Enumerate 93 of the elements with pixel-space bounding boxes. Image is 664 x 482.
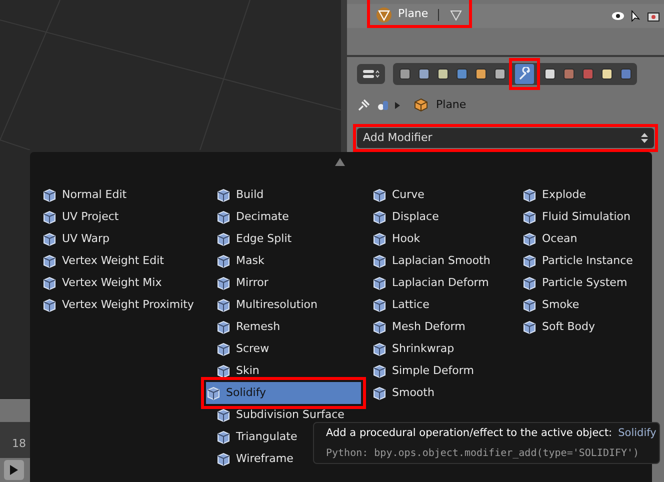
modifier-icon bbox=[372, 232, 387, 246]
menu-item[interactable]: Normal Edit bbox=[42, 184, 205, 206]
properties-tab[interactable] bbox=[515, 64, 534, 84]
modifier-icon bbox=[216, 342, 231, 356]
tooltip-python: Python: bpy.ops.object.modifier_add(type='SOLIDIFY') bbox=[326, 446, 640, 461]
menu-item[interactable]: Laplacian Smooth bbox=[372, 250, 512, 272]
modifier-icon bbox=[42, 298, 57, 312]
modifier-icon bbox=[522, 188, 537, 202]
mesh-data-icon bbox=[449, 8, 464, 22]
camera-icon[interactable] bbox=[647, 10, 660, 22]
menu-item[interactable]: Lattice bbox=[372, 294, 512, 316]
menu-item[interactable]: UV Warp bbox=[42, 228, 205, 250]
menu-item[interactable]: Multiresolution bbox=[216, 294, 362, 316]
modifier-icon bbox=[216, 188, 231, 202]
play-button[interactable] bbox=[4, 460, 24, 480]
menu-item[interactable]: Particle Instance bbox=[522, 250, 652, 272]
menu-item[interactable]: Screw bbox=[216, 338, 362, 360]
menu-item[interactable]: Mesh Deform bbox=[372, 316, 512, 338]
menu-item[interactable]: Smooth bbox=[372, 382, 512, 404]
menu-item[interactable]: Vertex Weight Proximity bbox=[42, 294, 205, 316]
modifier-icon bbox=[216, 276, 231, 290]
modifier-icon bbox=[216, 408, 231, 422]
modifier-icon bbox=[216, 430, 231, 444]
menu-item[interactable]: Build bbox=[216, 184, 362, 206]
mesh-object-icon bbox=[376, 6, 392, 22]
modifier-icon bbox=[522, 232, 537, 246]
modifier-icon bbox=[372, 276, 387, 290]
modifier-icon bbox=[42, 254, 57, 268]
menu-item[interactable]: Curve bbox=[372, 184, 512, 206]
menu-item[interactable]: Vertex Weight Edit bbox=[42, 250, 205, 272]
modifier-icon bbox=[216, 298, 231, 312]
menu-item[interactable]: Laplacian Deform bbox=[372, 272, 512, 294]
modifier-icon bbox=[42, 276, 57, 290]
menu-item[interactable]: Smoke bbox=[522, 294, 652, 316]
mesh-shapes-icon bbox=[377, 98, 389, 112]
modifier-icon bbox=[216, 254, 231, 268]
modifier-icon bbox=[372, 320, 387, 334]
modifier-icon bbox=[522, 320, 537, 334]
modifier-icon bbox=[522, 276, 537, 290]
menu-item[interactable]: Explode bbox=[522, 184, 652, 206]
modifier-icon bbox=[216, 364, 231, 378]
modifier-icon bbox=[42, 188, 57, 202]
modifier-icon bbox=[372, 386, 387, 400]
modifier-icon bbox=[372, 342, 387, 356]
modifier-icon bbox=[372, 298, 387, 312]
play-icon bbox=[9, 464, 19, 476]
add-modifier-dropdown[interactable]: Add Modifier bbox=[357, 128, 654, 148]
tooltip-value: Solidify bbox=[618, 426, 656, 441]
pin-icon[interactable] bbox=[357, 98, 371, 112]
modifier-icon bbox=[42, 232, 57, 246]
modifier-icon bbox=[216, 320, 231, 334]
modifier-icon bbox=[206, 386, 221, 400]
menu-item[interactable]: Vertex Weight Mix bbox=[42, 272, 205, 294]
tooltip-description: Add a procedural operation/effect to the active object: bbox=[326, 426, 612, 441]
chevron-right-icon bbox=[395, 102, 400, 108]
object-name[interactable]: Plane bbox=[398, 6, 428, 23]
menu-item[interactable]: Particle System bbox=[522, 272, 652, 294]
menu-item[interactable]: Fluid Simulation bbox=[522, 206, 652, 228]
menu-item[interactable]: Soft Body bbox=[522, 316, 652, 338]
eye-icon[interactable] bbox=[611, 11, 625, 21]
menu-item[interactable]: Decimate bbox=[216, 206, 362, 228]
menu-item[interactable]: Solidify bbox=[206, 382, 361, 404]
wrench-icon bbox=[518, 66, 532, 80]
menu-item[interactable]: Skin bbox=[216, 360, 362, 382]
modifier-icon bbox=[372, 210, 387, 224]
scroll-up-icon[interactable] bbox=[335, 158, 345, 166]
modifier-icon bbox=[372, 188, 387, 202]
breadcrumb-object: Plane bbox=[436, 96, 466, 113]
modifier-icon bbox=[216, 210, 231, 224]
frame-number: 18 bbox=[12, 436, 26, 452]
menu-item[interactable]: UV Project bbox=[42, 206, 205, 228]
menu-item[interactable]: Remesh bbox=[216, 316, 362, 338]
modifier-icon bbox=[522, 210, 537, 224]
modifier-icon bbox=[522, 298, 537, 312]
modifier-icon bbox=[372, 254, 387, 268]
cube-icon bbox=[414, 98, 428, 112]
menu-item[interactable]: Edge Split bbox=[216, 228, 362, 250]
menu-item[interactable]: Mask bbox=[216, 250, 362, 272]
menu-item[interactable]: Ocean bbox=[522, 228, 652, 250]
view-toggle-button[interactable] bbox=[357, 64, 385, 84]
up-down-arrows-icon bbox=[641, 132, 648, 144]
modifier-icon bbox=[216, 452, 231, 466]
menu-item[interactable]: Simple Deform bbox=[372, 360, 512, 382]
toggle-icon bbox=[362, 68, 380, 78]
menu-item[interactable]: Shrinkwrap bbox=[372, 338, 512, 360]
cursor-icon[interactable] bbox=[631, 10, 641, 22]
modifier-icon bbox=[372, 364, 387, 378]
modifier-icon bbox=[42, 210, 57, 224]
modifier-icon bbox=[522, 254, 537, 268]
menu-item[interactable]: Mirror bbox=[216, 272, 362, 294]
modifier-icon bbox=[216, 232, 231, 246]
menu-item[interactable]: Hook bbox=[372, 228, 512, 250]
menu-item[interactable]: Displace bbox=[372, 206, 512, 228]
